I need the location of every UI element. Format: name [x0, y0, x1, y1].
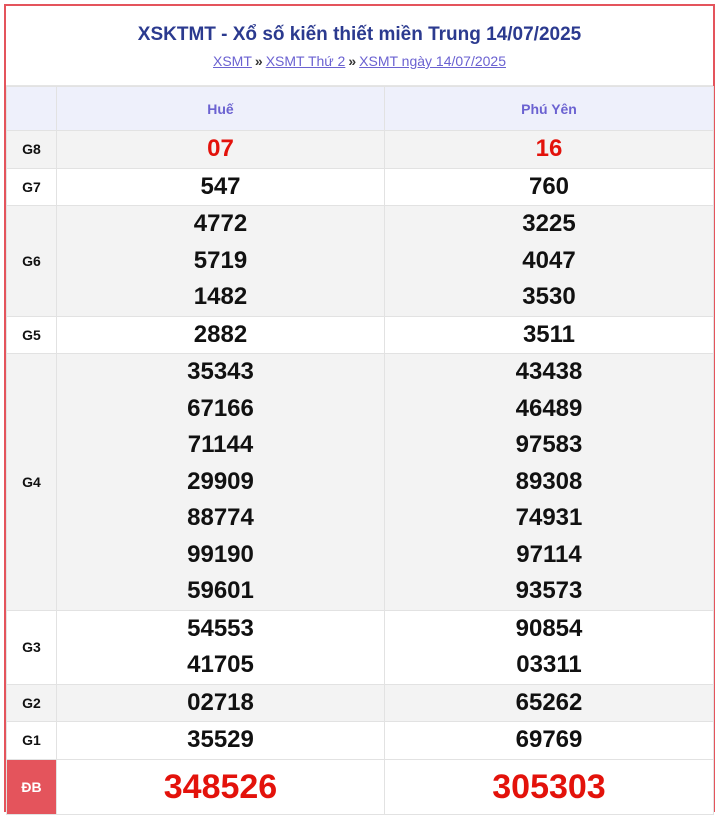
prize-number: 43438: [515, 358, 583, 385]
prize-row-g1: G1 35529 69769: [6, 721, 714, 760]
prize-number: 760: [528, 172, 570, 200]
prize-number: 93573: [515, 577, 583, 604]
prize-label: ĐB: [6, 758, 57, 815]
prize-number: 89308: [515, 467, 583, 495]
prize-cell-hue: 2882: [56, 315, 385, 354]
prize-cell-hue: 35343 67166 71144 29909 88774 99190 59601: [56, 353, 385, 611]
table-header-row: Huế Phú Yên: [6, 86, 714, 131]
prize-row-g6: G6 4772 5719 1482 3225 4047 3530: [6, 205, 714, 317]
prize-number: 5719: [193, 246, 248, 274]
results-table: Huế Phú Yên G8 07 16 G7 547 760 G6 4772 5719 1482…: [6, 86, 714, 815]
prize-number: 74931: [515, 504, 583, 531]
prize-number: 29909: [187, 467, 254, 495]
prize-row-g5: G5 2882 3511: [6, 315, 714, 354]
prize-cell-phuyen: 65262: [384, 683, 714, 722]
prize-row-g8: G8 07 16: [6, 130, 714, 169]
prize-number: 1482: [193, 283, 248, 310]
prize-number: 4047: [522, 246, 576, 274]
breadcrumb-separator: »: [254, 53, 263, 69]
page-title: XSKTMT - Xổ số kiến thiết miền Trung 14/…: [137, 24, 582, 45]
prize-number: 35529: [187, 726, 254, 753]
prize-cell-hue: 348526: [56, 758, 385, 815]
prize-number: 547: [200, 172, 241, 200]
prize-number: 348526: [163, 767, 278, 806]
prize-cell-hue: 07: [56, 130, 385, 169]
prize-number: 02718: [187, 688, 254, 716]
prize-label: G5: [6, 315, 57, 354]
prize-label: G1: [6, 721, 57, 760]
prize-cell-phuyen: 43438 46489 97583 89308 74931 97114 93573: [384, 353, 714, 611]
prize-cell-hue: 35529: [56, 721, 385, 760]
prize-row-g2: G2 02718 65262: [6, 683, 714, 722]
prize-number: 41705: [187, 651, 254, 678]
prize-number: 46489: [515, 394, 583, 422]
column-header-hue[interactable]: Huế: [56, 86, 385, 131]
prize-label: G6: [6, 205, 57, 317]
prize-label: G4: [6, 353, 57, 611]
prize-cell-phuyen: 305303: [384, 758, 714, 815]
prize-number: 59601: [187, 577, 254, 604]
prize-row-g4: G4 35343 67166 71144 29909 88774 99190 59601 434…: [6, 353, 714, 611]
prize-cell-phuyen: 69769: [384, 721, 714, 760]
prize-number: 3511: [522, 320, 576, 348]
prize-cell-phuyen: 3511: [384, 315, 714, 354]
prize-cell-phuyen: 760: [384, 167, 714, 206]
prize-number: 35343: [187, 358, 254, 385]
breadcrumb-link-xsmt-date[interactable]: XSMT ngày 14/07/2025: [359, 53, 506, 69]
prize-cell-hue: 54553 41705: [56, 609, 385, 685]
prize-label: G8: [6, 130, 57, 169]
prize-cell-hue: 4772 5719 1482: [56, 205, 385, 317]
prize-number: 99190: [187, 540, 254, 568]
prize-number: 07: [207, 135, 234, 162]
breadcrumb-link-xsmt-thu-2[interactable]: XSMT Thứ 2: [266, 53, 346, 69]
prize-cell-phuyen: 3225 4047 3530: [384, 205, 714, 317]
prize-number: 2882: [193, 320, 248, 348]
corner-cell: [6, 86, 57, 131]
prize-number: 65262: [515, 688, 583, 716]
breadcrumb-separator: »: [348, 53, 357, 69]
prize-number: 4772: [193, 210, 248, 237]
breadcrumb-link-xsmt[interactable]: XSMT: [213, 53, 252, 69]
prize-row-g3: G3 54553 41705 90854 03311: [6, 609, 714, 685]
prize-number: 90854: [515, 614, 583, 642]
prize-number: 67166: [187, 394, 254, 422]
prize-number: 88774: [187, 504, 254, 531]
prize-cell-hue: 02718: [56, 683, 385, 722]
prize-number: 3225: [522, 210, 576, 237]
breadcrumb: XSMT» XSMT Thứ 2» XSMT ngày 14/07/2025: [6, 52, 713, 70]
prize-number: 69769: [515, 726, 583, 753]
prize-label: G2: [6, 683, 57, 722]
results-header: XSKTMT - Xổ số kiến thiết miền Trung 14/…: [6, 6, 713, 86]
prize-cell-phuyen: 16: [384, 130, 714, 169]
prize-cell-phuyen: 90854 03311: [384, 609, 714, 685]
prize-row-db: ĐB 348526 305303: [6, 758, 714, 815]
prize-number: 97114: [516, 540, 582, 568]
prize-number: 71144: [187, 431, 254, 458]
prize-number: 54553: [187, 614, 254, 642]
prize-label: G3: [6, 609, 57, 685]
column-header-phu-yen[interactable]: Phú Yên: [384, 86, 714, 131]
prize-number: 97583: [515, 431, 583, 458]
prize-number: 3530: [522, 283, 576, 310]
prize-number: 16: [535, 135, 563, 162]
prize-label: G7: [6, 167, 57, 206]
prize-number: 03311: [516, 651, 582, 678]
prize-number: 305303: [492, 767, 606, 806]
results-panel: XSKTMT - Xổ số kiến thiết miền Trung 14/…: [4, 4, 715, 815]
prize-row-g7: G7 547 760: [6, 167, 714, 206]
prize-cell-hue: 547: [56, 167, 385, 206]
